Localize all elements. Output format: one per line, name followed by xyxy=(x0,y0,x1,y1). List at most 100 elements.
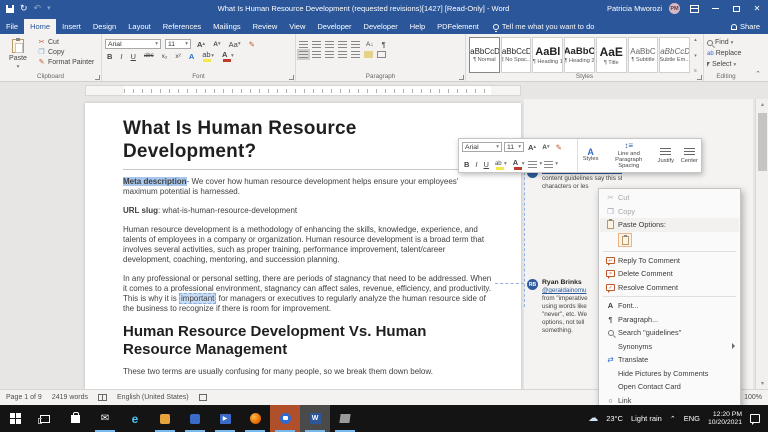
taskbar-app-highlighted[interactable] xyxy=(270,405,300,432)
strikethrough-button[interactable]: abc xyxy=(142,51,156,61)
style-subtle-emphasis[interactable]: AaBbCcDaSubtle Em... xyxy=(659,37,690,73)
save-icon[interactable] xyxy=(6,5,14,13)
borders-icon[interactable] xyxy=(377,51,386,58)
menu-item-resolve-comment[interactable]: ✓Resolve Comment xyxy=(600,281,739,295)
subscript-button[interactable]: x₂ xyxy=(160,51,170,61)
paste-option-keep-source[interactable] xyxy=(600,232,739,249)
multilevel-list-icon[interactable] xyxy=(325,41,334,48)
tell-me-box[interactable]: Tell me what you want to do xyxy=(493,22,595,34)
qat-customize-icon[interactable]: ▾ xyxy=(47,4,51,13)
undo-icon[interactable]: ↶ xyxy=(34,4,42,13)
taskbar-microsoft-store[interactable] xyxy=(60,405,90,432)
clear-formatting-button[interactable]: ✎ xyxy=(247,39,257,49)
bold-button[interactable]: B xyxy=(105,51,114,61)
tab-developer-1[interactable]: Developer xyxy=(311,19,357,34)
scroll-down-icon[interactable]: ▾ xyxy=(759,380,766,387)
mini-grow-font-button[interactable]: A▴ xyxy=(526,142,538,152)
font-color-button[interactable]: A▾ xyxy=(220,51,236,61)
mini-bold-button[interactable]: B xyxy=(462,159,471,169)
underline-button[interactable]: U xyxy=(129,51,138,61)
taskbar-edge[interactable]: e xyxy=(120,405,150,432)
style-heading-1[interactable]: AaBl¶ Heading 1 xyxy=(532,37,563,73)
proofing-icon[interactable] xyxy=(98,394,107,401)
change-case-button[interactable]: Aa▾ xyxy=(227,39,243,49)
style-no-spacing[interactable]: AaBbCcDc¶ No Spac... xyxy=(501,37,532,73)
tab-design[interactable]: Design xyxy=(87,19,122,34)
clock[interactable]: 12:20 PM 10/20/2021 xyxy=(708,411,742,427)
menu-item-font[interactable]: AFont... xyxy=(600,299,739,313)
collapse-ribbon-button[interactable]: ⌃ xyxy=(748,34,768,81)
superscript-button[interactable]: x² xyxy=(173,51,182,61)
sort-button[interactable]: A↓ xyxy=(364,39,376,49)
style-subtitle[interactable]: AaBbC¶ Subtitle xyxy=(628,37,659,73)
vertical-scrollbar[interactable]: ▴ ▾ xyxy=(755,99,768,389)
menu-item-open-contact-card[interactable]: Open Contact Card xyxy=(600,380,739,394)
tab-layout[interactable]: Layout xyxy=(122,19,157,34)
taskbar-firefox[interactable] xyxy=(240,405,270,432)
mini-line-spacing-button[interactable]: ↕≡ Line and Paragraph Spacing xyxy=(603,139,654,172)
select-button[interactable]: Select▾ xyxy=(707,59,745,70)
align-center-icon[interactable] xyxy=(312,51,321,58)
language-switcher[interactable]: ENG xyxy=(684,414,700,423)
format-painter-button[interactable]: ✎Format Painter xyxy=(37,57,94,67)
url-slug-label[interactable]: URL slug xyxy=(123,206,158,215)
task-view-button[interactable] xyxy=(30,405,60,432)
mini-justify-button[interactable]: Justify xyxy=(654,139,677,172)
style-title[interactable]: AaE¶ Title xyxy=(596,37,627,73)
align-left-icon[interactable] xyxy=(299,51,308,58)
user-avatar[interactable]: PM xyxy=(669,3,680,14)
menu-item-synonyms[interactable]: Synonyms xyxy=(600,340,739,354)
decrease-indent-icon[interactable] xyxy=(338,41,347,48)
body-paragraph-1[interactable]: Human resource development is a methodol… xyxy=(123,225,493,265)
tab-pdfelement[interactable]: PDFelement xyxy=(431,19,485,34)
mini-italic-button[interactable]: I xyxy=(473,159,479,169)
weather-condition[interactable]: Light rain xyxy=(631,414,662,423)
scrollbar-thumb[interactable] xyxy=(758,113,767,171)
url-slug-paragraph[interactable]: URL slug: what-is-human-resource-develop… xyxy=(123,206,493,216)
document-heading-2[interactable]: Human Resource Development Vs. Human Res… xyxy=(123,323,493,359)
redo-icon[interactable]: ↻ xyxy=(20,4,28,13)
body-paragraph-2[interactable]: In any professional or personal setting,… xyxy=(123,274,493,314)
tab-help[interactable]: Help xyxy=(404,19,431,34)
menu-item-hide-pictures[interactable]: Hide Pictures by Comments xyxy=(600,367,739,381)
paste-dropdown-icon[interactable]: ▾ xyxy=(17,64,20,70)
text-effects-button[interactable]: A xyxy=(187,51,196,61)
mini-styles-button[interactable]: A Styles xyxy=(578,139,603,172)
tab-home[interactable]: Home xyxy=(24,19,56,34)
meta-description-paragraph[interactable]: Meta description- We cover how human res… xyxy=(123,177,493,197)
font-size-select[interactable]: 11▾ xyxy=(165,39,191,49)
maximize-button[interactable] xyxy=(729,2,743,15)
styles-scroll-down-icon[interactable]: ▾ xyxy=(691,54,700,59)
taskbar-movies-tv[interactable]: ▶ xyxy=(210,405,240,432)
weather-icon[interactable]: ☁ xyxy=(588,413,598,424)
text-highlight-button[interactable]: ab▾ xyxy=(200,51,216,61)
menu-item-translate[interactable]: ⇄Translate xyxy=(600,353,739,367)
mini-font-name-select[interactable]: Arial▾ xyxy=(462,142,502,152)
word-count[interactable]: 2419 words xyxy=(52,394,88,401)
font-dialog-launcher[interactable] xyxy=(289,75,294,80)
bullets-icon[interactable] xyxy=(299,41,308,48)
tab-review[interactable]: Review xyxy=(247,19,284,34)
mini-bullets-icon[interactable] xyxy=(528,161,537,168)
body-paragraph-3[interactable]: These two terms are usually confusing fo… xyxy=(123,367,493,377)
menu-item-paragraph[interactable]: ¶Paragraph... xyxy=(600,313,739,327)
clipboard-dialog-launcher[interactable] xyxy=(95,75,100,80)
styles-scroll-up-icon[interactable]: ▴ xyxy=(691,38,700,43)
hidden-icons-chevron[interactable]: ⌃ xyxy=(670,415,676,423)
mini-numbering-icon[interactable] xyxy=(544,161,553,168)
taskbar-app-gray[interactable] xyxy=(330,405,360,432)
taskbar-app-yellow[interactable] xyxy=(150,405,180,432)
document-heading-1[interactable]: What Is Human Resource Development? xyxy=(123,117,493,163)
document-page[interactable]: What Is Human Resource Development? Meta… xyxy=(85,103,521,389)
align-right-icon[interactable] xyxy=(325,51,334,58)
mini-font-color-button[interactable]: A▾ xyxy=(511,159,527,169)
tab-view[interactable]: View xyxy=(283,19,311,34)
mini-highlight-button[interactable]: ab▾ xyxy=(493,159,509,169)
mini-center-button[interactable]: Center xyxy=(678,139,701,172)
language-indicator[interactable]: English (United States) xyxy=(117,394,189,401)
justify-icon[interactable] xyxy=(338,51,347,58)
numbering-icon[interactable] xyxy=(312,41,321,48)
mini-shrink-font-button[interactable]: A▾ xyxy=(540,142,551,152)
tab-developer-2[interactable]: Developer xyxy=(358,19,404,34)
increase-indent-icon[interactable] xyxy=(351,41,360,48)
